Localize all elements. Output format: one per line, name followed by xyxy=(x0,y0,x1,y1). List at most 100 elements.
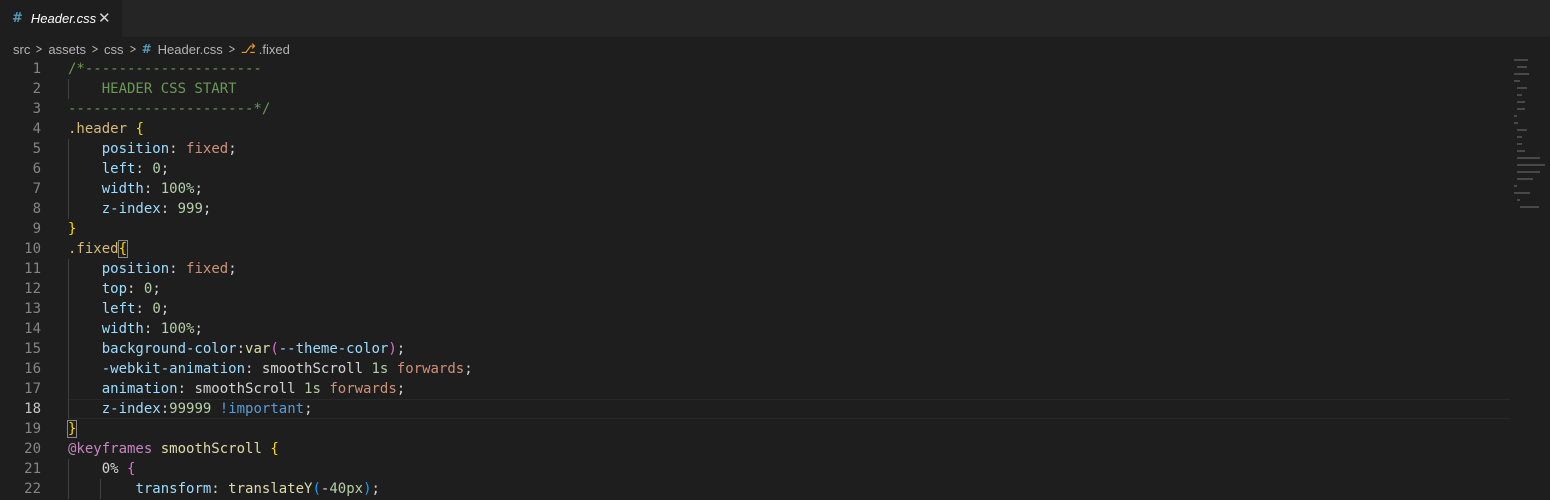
line-number: 1 xyxy=(32,61,41,77)
minimap-line xyxy=(1514,80,1520,82)
code-line[interactable]: 8 z-index: 999; xyxy=(0,199,1550,219)
minimap-line xyxy=(1517,178,1533,180)
code-text: } xyxy=(68,221,77,237)
code-text: z-index: 999; xyxy=(101,201,212,217)
minimap-line xyxy=(1514,115,1517,117)
code-line[interactable]: 9} xyxy=(0,219,1550,239)
line-number: 20 xyxy=(24,441,41,457)
code-text: } xyxy=(66,420,78,438)
code-line[interactable]: 22 transform: translateY(-40px); xyxy=(0,479,1550,499)
minimap-line xyxy=(1517,66,1528,68)
minimap-line xyxy=(1517,199,1521,201)
code-text: position: fixed; xyxy=(101,261,237,277)
line-number: 10 xyxy=(24,241,41,257)
breadcrumb-separator-icon: > xyxy=(129,42,137,56)
css-file-icon: # xyxy=(12,11,23,26)
breadcrumb-item-assets[interactable]: assets xyxy=(48,42,86,57)
breadcrumb-item-src[interactable]: src xyxy=(13,42,30,57)
minimap-line xyxy=(1514,73,1529,75)
breadcrumb-separator-icon: > xyxy=(228,42,236,56)
code-line[interactable]: 2 HEADER CSS START xyxy=(0,79,1550,99)
code-line[interactable]: 19} xyxy=(0,419,1550,439)
code-text: width: 100%; xyxy=(101,181,203,197)
line-number: 16 xyxy=(24,361,41,377)
code-text: .fixed{ xyxy=(68,240,129,258)
code-line[interactable]: 14 width: 100%; xyxy=(0,319,1550,339)
breadcrumb-item-symbol[interactable]: .fixed xyxy=(259,42,290,57)
indent-guide xyxy=(68,459,69,499)
minimap-line xyxy=(1517,94,1523,96)
code-line[interactable]: 16 -webkit-animation: smoothScroll 1s fo… xyxy=(0,359,1550,379)
minimap-line xyxy=(1517,129,1528,131)
code-line[interactable]: 12 top: 0; xyxy=(0,279,1550,299)
code-line[interactable]: 20 @keyframes smoothScroll { xyxy=(0,439,1550,459)
breadcrumb: src > assets > css > # Header.css > ⎇ .f… xyxy=(0,38,1550,60)
code-line[interactable]: 7 width: 100%; xyxy=(0,179,1550,199)
code-text: animation: smoothScroll 1s forwards; xyxy=(101,381,406,397)
code-text: @keyframes smoothScroll { xyxy=(68,441,279,457)
code-line[interactable]: 18 z-index:99999 !important; xyxy=(0,399,1550,419)
line-number: 18 xyxy=(24,401,41,417)
indent-guide xyxy=(68,79,69,99)
code-text: z-index:99999 !important; xyxy=(101,401,313,417)
line-number: 4 xyxy=(32,121,41,137)
code-line[interactable]: 5 position: fixed; xyxy=(0,139,1550,159)
symbol-class-icon: ⎇ xyxy=(240,41,256,57)
indent-guide xyxy=(68,139,69,219)
code-line[interactable]: 10 .fixed{ xyxy=(0,239,1550,259)
code-text: .header { xyxy=(68,121,144,137)
code-line[interactable]: 3 ----------------------*/ xyxy=(0,99,1550,119)
code-line[interactable]: 4 .header { xyxy=(0,119,1550,139)
code-line[interactable]: 21 0% { xyxy=(0,459,1550,479)
minimap-line xyxy=(1520,206,1539,208)
minimap-line xyxy=(1514,59,1529,61)
line-number: 8 xyxy=(32,201,41,217)
minimap-line xyxy=(1514,192,1530,194)
code-line[interactable]: 13 left: 0; xyxy=(0,299,1550,319)
breadcrumb-item-css[interactable]: css xyxy=(104,42,124,57)
line-number: 12 xyxy=(24,281,41,297)
code-text: transform: translateY(-40px); xyxy=(135,481,380,497)
code-line[interactable]: 17 animation: smoothScroll 1s forwards; xyxy=(0,379,1550,399)
line-number: 9 xyxy=(32,221,41,237)
close-icon[interactable]: ✕ xyxy=(98,9,111,27)
breadcrumb-item-file[interactable]: Header.css xyxy=(158,42,223,57)
line-number: 15 xyxy=(24,341,41,357)
line-number: 3 xyxy=(32,101,41,117)
line-number: 13 xyxy=(24,301,41,317)
code-line[interactable]: 15 background-color:var(--theme-color); xyxy=(0,339,1550,359)
minimap-line xyxy=(1517,143,1523,145)
line-number: 14 xyxy=(24,321,41,337)
code-text: left: 0; xyxy=(101,301,170,317)
minimap-line xyxy=(1517,87,1528,89)
code-text: -webkit-animation: smoothScroll 1s forwa… xyxy=(101,361,473,377)
code-editor[interactable]: 1 /*--------------------- 2 HEADER CSS STA… xyxy=(0,59,1550,500)
indent-guide xyxy=(100,479,101,499)
breadcrumb-separator-icon: > xyxy=(91,42,99,56)
indent-guide xyxy=(68,259,69,419)
code-text: 0% { xyxy=(101,461,136,477)
minimap-line xyxy=(1517,164,1545,166)
minimap-line xyxy=(1517,136,1522,138)
line-number: 2 xyxy=(32,81,41,97)
tab-header-css[interactable]: # Header.css ✕ xyxy=(0,0,122,37)
minimap[interactable] xyxy=(1512,59,1550,219)
tab-bar: # Header.css ✕ xyxy=(0,0,1550,37)
minimap-line xyxy=(1517,157,1540,159)
code-line[interactable]: 6 left: 0; xyxy=(0,159,1550,179)
line-number: 11 xyxy=(24,261,41,277)
code-text: top: 0; xyxy=(101,281,161,297)
minimap-line xyxy=(1517,171,1540,173)
minimap-line xyxy=(1517,150,1525,152)
line-number: 21 xyxy=(24,461,41,477)
code-line[interactable]: 1 /*--------------------- xyxy=(0,59,1550,79)
tab-label: Header.css xyxy=(30,11,97,26)
line-number: 19 xyxy=(24,421,41,437)
minimap-line xyxy=(1514,185,1517,187)
code-text: ----------------------*/ xyxy=(68,101,271,117)
code-text: left: 0; xyxy=(101,161,170,177)
css-file-icon: # xyxy=(141,42,152,56)
code-text: background-color:var(--theme-color); xyxy=(101,341,406,357)
code-text: HEADER CSS START xyxy=(68,81,237,97)
code-line[interactable]: 11 position: fixed; xyxy=(0,259,1550,279)
